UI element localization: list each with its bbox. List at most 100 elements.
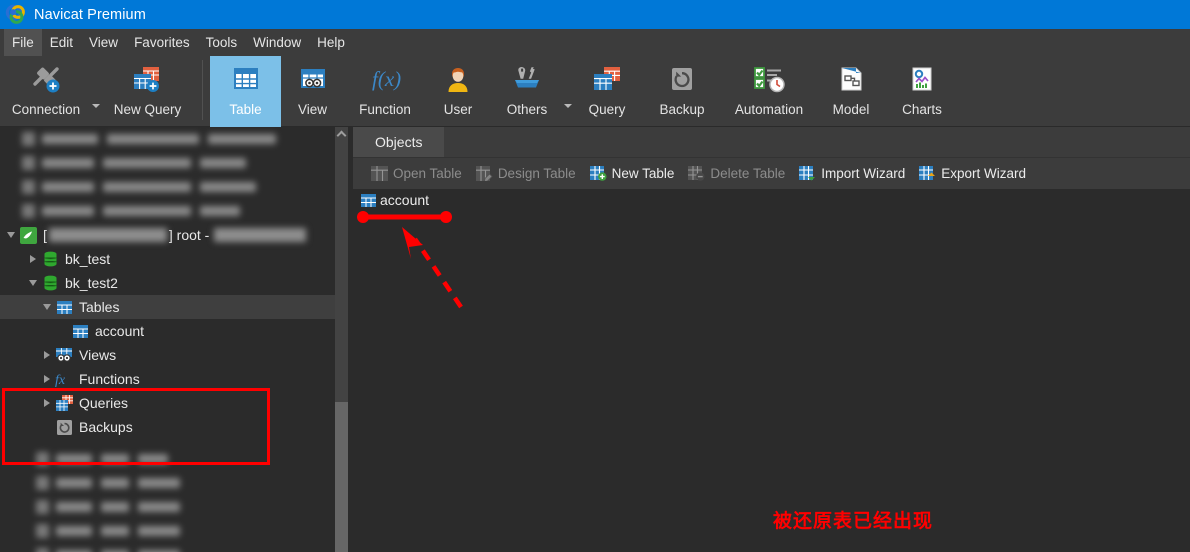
window-title: Navicat Premium	[34, 6, 146, 23]
import-wizard-button[interactable]: Import Wizard	[799, 166, 905, 181]
ribbon-button-table[interactable]: Table	[210, 56, 281, 127]
tree-label-tables: Tables	[79, 299, 120, 315]
tree-item-queries[interactable]: Queries	[0, 391, 348, 415]
tab-objects[interactable]: Objects	[353, 127, 445, 157]
menu-item-view[interactable]: View	[81, 29, 126, 56]
others-dropdown-caret-icon[interactable]	[564, 104, 572, 108]
collapse-arrow-icon[interactable]	[40, 367, 54, 391]
menu-item-favorites[interactable]: Favorites	[126, 29, 198, 56]
design-table-icon	[475, 166, 493, 183]
ribbon-button-query[interactable]: Query	[572, 56, 642, 127]
scrollbar-thumb[interactable]	[335, 402, 348, 552]
delete-table-button[interactable]: Delete Table	[688, 166, 785, 181]
charts-icon	[902, 62, 942, 96]
new-table-icon	[589, 166, 607, 181]
tree-item-connection[interactable]: [ ] root -	[0, 223, 348, 247]
ribbon-label-model: Model	[832, 102, 870, 117]
collapse-arrow-icon[interactable]	[40, 391, 54, 415]
redacted-connection-name	[48, 228, 167, 242]
ribbon-button-view[interactable]: View	[281, 56, 344, 127]
ribbon-button-function[interactable]: f(x) Function	[344, 56, 426, 127]
table-icon	[361, 193, 376, 207]
tree-label-views: Views	[79, 347, 117, 363]
redacted-tree-row	[0, 199, 348, 223]
ribbon-toolbar: Connection New Query Table View f(x) Fun…	[0, 56, 1190, 127]
menu-bar: File Edit View Favorites Tools Window He…	[0, 29, 1190, 56]
object-item-account[interactable]: account	[361, 192, 429, 208]
collapse-arrow-icon[interactable]	[26, 247, 40, 271]
scroll-up-button[interactable]	[335, 127, 348, 141]
ribbon-label-view: View	[297, 102, 328, 117]
expand-arrow-icon[interactable]	[4, 223, 18, 247]
expand-arrow-icon[interactable]	[40, 295, 54, 319]
functions-fx-icon: fx	[54, 369, 74, 389]
menu-item-file[interactable]: File	[4, 29, 42, 56]
connection-tree-sidebar[interactable]: [ ] root - bk_test bk_test2 Tables accou…	[0, 127, 348, 552]
tree-label-bk_test2: bk_test2	[65, 275, 118, 291]
ribbon-button-user[interactable]: User	[426, 56, 490, 127]
object-label-account: account	[380, 192, 430, 208]
ribbon-button-model[interactable]: Model	[816, 56, 886, 127]
import-wizard-icon	[799, 166, 816, 181]
chevron-up-icon	[336, 130, 347, 141]
menu-item-edit[interactable]: Edit	[42, 29, 81, 56]
tree-item-bk_test2[interactable]: bk_test2	[0, 271, 348, 295]
tree-item-functions[interactable]: fx Functions	[0, 367, 348, 391]
redacted-tree-row	[0, 127, 348, 151]
backups-icon	[54, 417, 74, 437]
open-table-icon	[371, 166, 388, 181]
redacted-tree-row	[0, 543, 348, 552]
export-wizard-icon	[919, 166, 936, 181]
menu-item-help[interactable]: Help	[309, 29, 353, 56]
mariadb-connection-icon	[18, 225, 38, 245]
connection-dropdown-caret-icon[interactable]	[92, 104, 100, 108]
tree-item-account[interactable]: account	[0, 319, 348, 343]
ribbon-label-others: Others	[506, 102, 548, 117]
ribbon-label-user: User	[443, 102, 473, 117]
ribbon-button-automation[interactable]: Automation	[722, 56, 816, 127]
menu-item-tools[interactable]: Tools	[198, 29, 246, 56]
function-fx-icon: f(x)	[365, 62, 405, 96]
tree-item-views[interactable]: Views	[0, 343, 348, 367]
design-table-button[interactable]: Design Table	[475, 166, 576, 183]
ribbon-button-connection[interactable]: Connection	[0, 56, 92, 127]
ribbon-button-others[interactable]: Others	[490, 56, 564, 127]
queries-icon	[54, 393, 74, 413]
tree-label-functions: Functions	[79, 371, 140, 387]
tree-label-account: account	[95, 323, 145, 339]
delete-table-icon	[688, 166, 705, 181]
ribbon-button-new-query[interactable]: New Query	[100, 56, 195, 127]
ribbon-label-table: Table	[229, 102, 262, 117]
ribbon-label-automation: Automation	[734, 102, 804, 117]
ribbon-label-query: Query	[588, 102, 626, 117]
backup-restore-icon	[662, 62, 702, 96]
tree-item-backups[interactable]: Backups	[0, 415, 348, 439]
ribbon-label-backup: Backup	[659, 102, 705, 117]
collapse-arrow-icon[interactable]	[40, 343, 54, 367]
views-icon	[54, 345, 74, 365]
redacted-connection-host	[214, 228, 307, 242]
tree-item-bk_test[interactable]: bk_test	[0, 247, 348, 271]
model-diagram-icon	[831, 62, 871, 96]
delete-table-label: Delete Table	[710, 166, 786, 181]
menu-item-window[interactable]: Window	[245, 29, 309, 56]
new-table-button[interactable]: New Table	[589, 166, 675, 181]
objects-panel: Objects Open Table Design Table New Tabl…	[353, 127, 1190, 552]
objects-list[interactable]: account 被还原表已经出现	[353, 189, 1190, 552]
open-table-button[interactable]: Open Table	[371, 166, 462, 181]
ribbon-button-charts[interactable]: Charts	[886, 56, 958, 127]
tab-strip: Objects	[353, 127, 1190, 158]
ribbon-separator	[202, 60, 203, 120]
export-wizard-label: Export Wizard	[941, 166, 1027, 181]
ribbon-label-charts: Charts	[902, 102, 942, 117]
import-wizard-label: Import Wizard	[821, 166, 906, 181]
navicat-logo-icon	[5, 4, 27, 26]
ribbon-button-backup[interactable]: Backup	[642, 56, 722, 127]
redacted-tree-row	[0, 519, 348, 543]
export-wizard-button[interactable]: Export Wizard	[919, 166, 1026, 181]
new-table-label: New Table	[611, 166, 675, 181]
tree-item-tables[interactable]: Tables	[0, 295, 348, 319]
expand-arrow-icon[interactable]	[26, 271, 40, 295]
object-action-toolbar: Open Table Design Table New Table Delete…	[353, 158, 1190, 189]
sidebar-scrollbar[interactable]	[335, 127, 348, 552]
